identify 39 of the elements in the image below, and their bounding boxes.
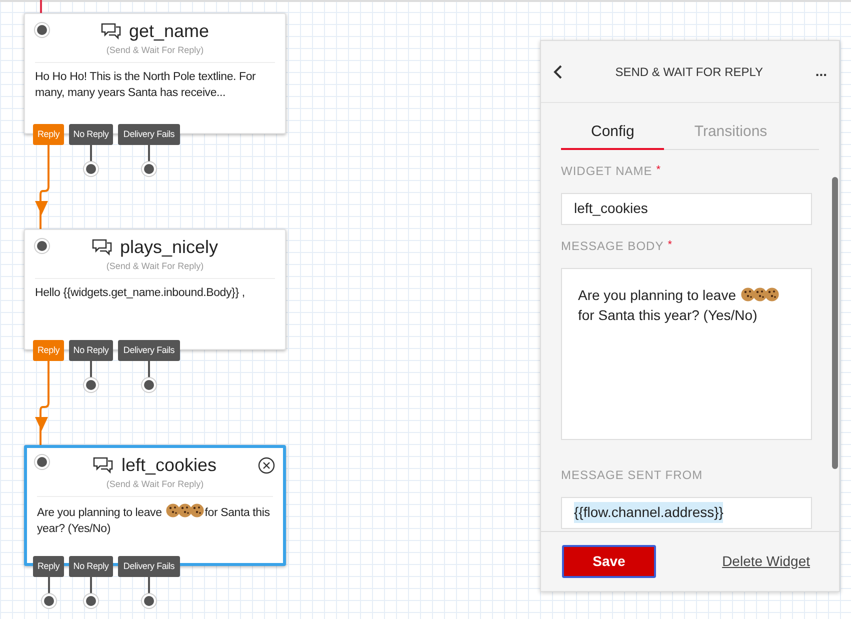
panel-title: SEND & WAIT FOR REPLY (614, 64, 764, 80)
widget-subtitle: (Send & Wait For Reply) (35, 44, 275, 62)
close-icon[interactable] (258, 457, 275, 474)
chat-bubbles-icon (93, 456, 114, 474)
field-label: MESSAGE BODY (561, 238, 664, 254)
transition-tab[interactable]: Delivery Fails (118, 340, 180, 361)
cookies-icon (166, 502, 204, 518)
message-text: Hello {{widgets.get_name.inbound.Body}} , (35, 286, 246, 300)
transition-tab[interactable]: No Reply (69, 556, 113, 577)
delete-widget-link[interactable]: Delete Widget (722, 551, 810, 572)
widget-subtitle: (Send & Wait For Reply) (35, 260, 275, 278)
transition-tab[interactable]: No Reply (69, 124, 113, 145)
required-mark: * (668, 238, 672, 252)
transition-tab[interactable]: Delivery Fails (118, 124, 180, 145)
widget-subtitle: (Send & Wait For Reply) (37, 478, 273, 496)
message-body-field[interactable]: Are you planning to leave for Santa this year? (Yes/No) (561, 268, 812, 440)
chat-bubbles-icon (92, 238, 112, 256)
transition-tab[interactable]: No Reply (69, 340, 113, 361)
field-label: MESSAGE SENT FROM (561, 466, 703, 484)
message-text: Are you planning to leave for Santa this year? (Yes/No) (37, 502, 273, 536)
transition-tab[interactable]: Delivery Fails (118, 556, 180, 577)
widget-title: get_name (128, 20, 210, 43)
required-mark: * (656, 162, 662, 178)
scrollbar-icon (832, 177, 838, 469)
more-button[interactable]: ... (815, 61, 827, 82)
transition-tab[interactable]: Reply (33, 556, 64, 577)
field-label: WIDGET NAME (561, 162, 652, 180)
panel-tab[interactable]: Config (561, 121, 664, 150)
cookies-icon (740, 286, 779, 302)
chat-bubbles-icon (100, 22, 121, 40)
widget-title: left_cookies (121, 454, 217, 477)
save-button[interactable]: Save (562, 545, 656, 578)
message-text: Ho Ho Ho! This is the North Pole textline. For many, many years Santa has receive... (35, 70, 257, 100)
widget-title: plays_nicely (120, 236, 218, 259)
text-field[interactable]: {{flow.channel.address}} (561, 496, 812, 528)
back-icon[interactable] (553, 64, 563, 78)
connector-line (40, 0, 44, 14)
text-field[interactable]: left_cookies (561, 192, 812, 224)
message-body-text: Are you planning to leave for Santa this year? (Yes/No) (578, 284, 795, 324)
